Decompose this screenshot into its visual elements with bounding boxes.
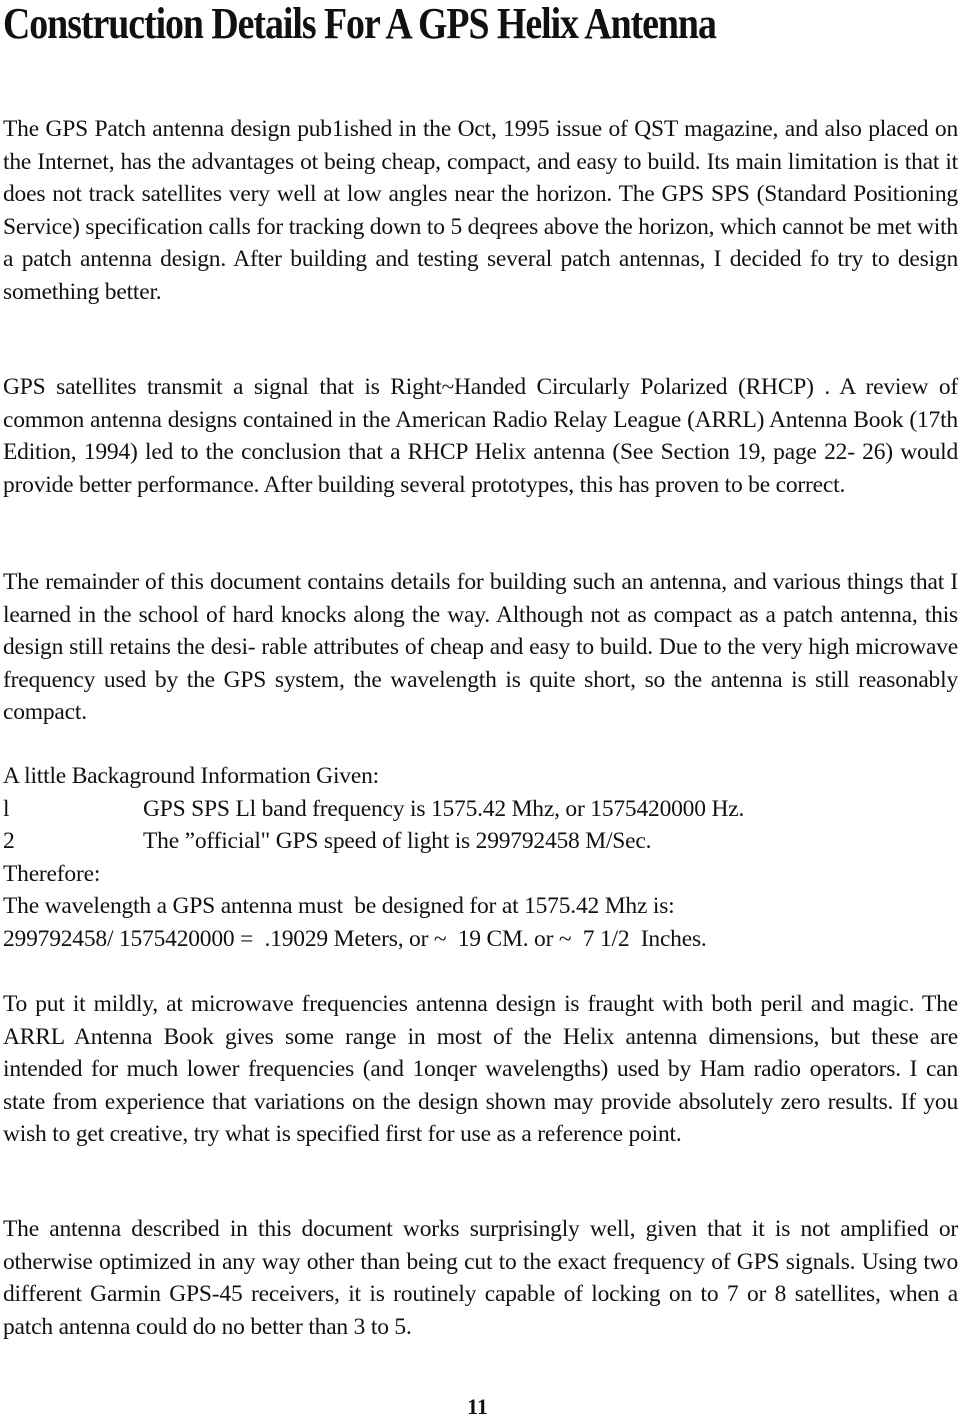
paragraph-performance: The antenna described in this document w… [3, 1216, 958, 1340]
paragraph-patch-antenna-intro: The GPS Patch antenna design pub1ished i… [3, 116, 958, 305]
paragraph-document-remainder: The remainder of this document contains … [3, 569, 958, 725]
wavelength-statement: The wavelength a GPS antenna must be des… [3, 893, 675, 919]
page-number: 11 [467, 1394, 488, 1419]
background-list-item: l GPS SPS Ll band frequency is 1575.42 M… [3, 793, 958, 826]
document-title: Construction Details For A GPS Helix Ant… [3, 0, 717, 48]
therefore-label: Therefore: [3, 860, 101, 887]
background-list-item: 2 The ”official" GPS speed of light is 2… [3, 825, 958, 858]
background-information: A little Backaground Information Given: … [3, 760, 958, 955]
list-item-text: GPS SPS Ll band frequency is 1575.42 Mhz… [143, 795, 745, 822]
paragraph-rhcp-helix: GPS satellites transmit a signal that is… [3, 374, 958, 498]
document-page: Construction Details For A GPS Helix Ant… [0, 0, 960, 1421]
list-item-text: The ”official" GPS speed of light is 299… [143, 828, 652, 854]
list-item-number: l [3, 795, 10, 822]
list-item-number: 2 [3, 828, 15, 854]
background-heading: A little Backaground Information Given: [3, 763, 379, 789]
wavelength-calculation: 299792458/ 1575420000 = .19029 Meters, o… [3, 925, 707, 952]
paragraph-microwave-design: To put it mildly, at microwave frequenci… [3, 991, 958, 1147]
